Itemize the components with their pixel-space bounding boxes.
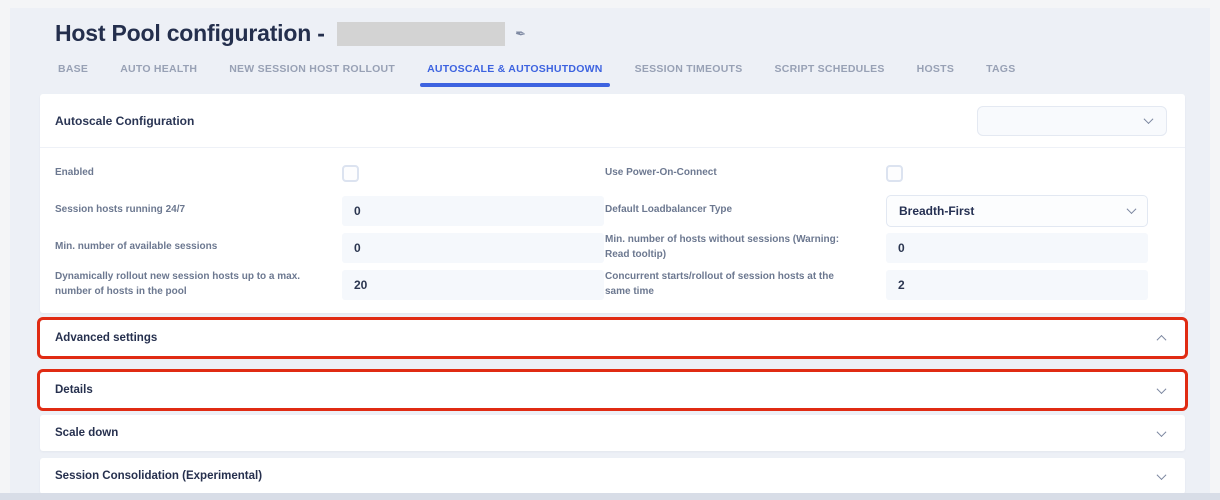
panel-session-consolidation[interactable]: Session Consolidation (Experimental) [40,458,1185,493]
power-on-connect-checkbox[interactable] [886,165,903,182]
chevron-down-icon[interactable] [1157,470,1167,480]
min-hosts-without-sessions-label: Min. number of hosts without sessions (W… [605,233,886,262]
min-available-sessions-input[interactable] [342,233,604,263]
tab-autoscale-autoshutdown[interactable]: AUTOSCALE & AUTOSHUTDOWN [424,63,606,75]
panel-scale-down[interactable]: Scale down [40,415,1185,451]
enabled-checkbox[interactable] [342,165,359,182]
enabled-label: Enabled [55,166,342,181]
session-hosts-24-7-input[interactable] [342,196,604,226]
pen-icon[interactable]: ✒ [514,25,527,42]
chevron-down-icon[interactable] [1157,427,1167,437]
card-header: Autoscale Configuration [40,94,1185,148]
loadbalancer-type-select[interactable]: Breadth-First [886,195,1148,227]
window-bottom-edge [0,493,1220,500]
session-hosts-24-7-label: Session hosts running 24/7 [55,203,342,218]
panel-advanced-settings[interactable]: Advanced settings [40,320,1185,356]
power-on-connect-label: Use Power-On-Connect [605,166,886,181]
app-window: Host Pool configuration - ✒ BASE AUTO HE… [10,8,1210,493]
chevron-down-icon [1127,204,1137,214]
panel-advanced-settings-title: Advanced settings [55,332,157,344]
max-hosts-rollout-label: Dynamically rollout new session hosts up… [55,270,342,299]
form-row: Session hosts running 24/7 Default Loadb… [40,192,1185,229]
autoscale-template-select[interactable] [977,106,1167,136]
tab-new-session-host-rollout[interactable]: NEW SESSION HOST ROLLOUT [226,63,398,75]
panel-scale-down-title: Scale down [55,427,118,439]
chevron-down-icon[interactable] [1157,384,1167,394]
panel-details[interactable]: Details [40,372,1185,408]
tab-hosts[interactable]: HOSTS [914,63,957,75]
tab-tags[interactable]: TAGS [983,63,1018,75]
redacted-hostpool-name [337,22,505,46]
concurrent-starts-input[interactable] [886,270,1148,300]
autoscale-form: Enabled Use Power-On-Connect Session hos… [40,148,1185,313]
tab-base[interactable]: BASE [55,63,91,75]
panel-session-consolidation-title: Session Consolidation (Experimental) [55,470,262,482]
panel-details-title: Details [55,384,93,396]
min-hosts-without-sessions-input[interactable] [886,233,1148,263]
form-row: Enabled Use Power-On-Connect [40,155,1185,192]
form-row: Min. number of available sessions Min. n… [40,229,1185,266]
tab-script-schedules[interactable]: SCRIPT SCHEDULES [771,63,887,75]
autoscale-configuration-card: Autoscale Configuration Enabled Use Powe… [40,94,1185,313]
concurrent-starts-label: Concurrent starts/rollout of session hos… [605,270,886,299]
loadbalancer-type-label: Default Loadbalancer Type [605,203,886,218]
card-title: Autoscale Configuration [55,114,194,128]
max-hosts-rollout-input[interactable] [342,270,604,300]
tab-bar: BASE AUTO HEALTH NEW SESSION HOST ROLLOU… [55,63,1210,88]
chevron-down-icon [1144,114,1154,124]
tab-session-timeouts[interactable]: SESSION TIMEOUTS [632,63,746,75]
form-row: Dynamically rollout new session hosts up… [40,266,1185,303]
min-available-sessions-label: Min. number of available sessions [55,240,342,255]
chevron-up-icon[interactable] [1157,334,1167,344]
page-header: Host Pool configuration - ✒ [55,20,1210,47]
page-title: Host Pool configuration - [55,20,325,47]
loadbalancer-type-value: Breadth-First [899,204,974,218]
tab-auto-health[interactable]: AUTO HEALTH [117,63,200,75]
